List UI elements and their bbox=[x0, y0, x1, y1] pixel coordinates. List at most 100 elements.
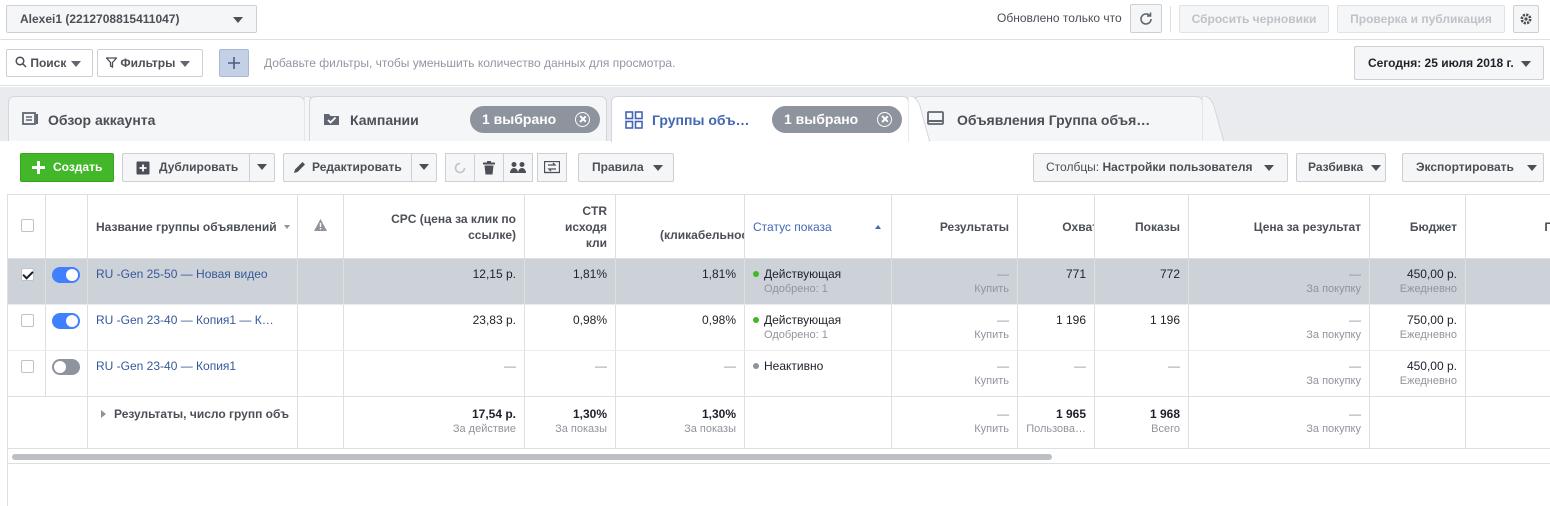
add-filter-button[interactable] bbox=[219, 49, 249, 77]
row-checkbox[interactable] bbox=[21, 314, 34, 327]
header-cpm[interactable]: ( (кликабельнос bbox=[616, 195, 745, 258]
header-ctr[interactable]: CTR исходя кли bbox=[525, 195, 616, 258]
results-total: — bbox=[997, 407, 1009, 421]
horizontal-scrollbar[interactable] bbox=[8, 450, 1550, 464]
preview-button[interactable] bbox=[537, 153, 567, 182]
delivery-toggle[interactable] bbox=[52, 359, 80, 375]
tab-ad-sets[interactable]: Группы объ… 1 выбрано bbox=[611, 96, 930, 142]
chevron-down-icon bbox=[653, 164, 664, 171]
cost-cell: — За покупку bbox=[1189, 259, 1370, 304]
tab-label: Объявления Группа объя… bbox=[957, 112, 1151, 128]
chevron-down-icon bbox=[257, 164, 267, 170]
tab-account-overview[interactable]: Обзор аккаунта bbox=[8, 96, 326, 142]
tab-edge bbox=[908, 96, 930, 142]
pencil-icon bbox=[294, 162, 305, 173]
tab-edge bbox=[1202, 96, 1224, 142]
duplicate-button[interactable]: Дублировать bbox=[122, 153, 275, 182]
ad-set-name-link[interactable]: RU -Gen 23-40 — Копия1 — К… bbox=[96, 313, 274, 327]
account-overview-icon bbox=[22, 112, 38, 125]
toggle-knob bbox=[66, 315, 78, 327]
columns-button[interactable]: Столбцы: Настройки пользователя bbox=[1033, 153, 1288, 182]
header-results-label: Результаты bbox=[939, 219, 1009, 234]
status-dot-icon bbox=[753, 317, 759, 323]
row-checkbox[interactable] bbox=[21, 360, 34, 373]
export-button[interactable]: Экспортировать bbox=[1402, 153, 1544, 182]
edit-dropdown[interactable] bbox=[411, 153, 436, 182]
settings-button[interactable] bbox=[1513, 5, 1539, 33]
totals-spacer bbox=[8, 397, 88, 448]
reach-value: — bbox=[1074, 359, 1086, 373]
date-range-picker[interactable]: Сегодня: 25 июля 2018 г. bbox=[1354, 46, 1544, 80]
delivery-toggle[interactable] bbox=[52, 267, 80, 283]
rules-button[interactable]: Правила bbox=[578, 153, 674, 182]
row-checkbox[interactable] bbox=[21, 268, 34, 281]
ab-test-button[interactable] bbox=[503, 153, 533, 182]
header-name[interactable]: Название группы объявлений bbox=[88, 195, 298, 258]
status-sub: Одобрено: 1 bbox=[764, 283, 828, 295]
header-results[interactable]: Результаты bbox=[892, 195, 1018, 258]
cpm-total-cell: 1,30% За показы bbox=[616, 397, 745, 448]
delivery-toggle[interactable] bbox=[52, 313, 80, 329]
ad-set-name-link[interactable]: RU -Gen 25-50 — Новая видео bbox=[96, 267, 268, 281]
undo-button[interactable] bbox=[445, 153, 475, 182]
status-text: Неактивно bbox=[764, 359, 824, 373]
search-label: Поиск bbox=[30, 56, 67, 70]
cpc-value: — bbox=[504, 359, 516, 373]
reach-cell: 771 bbox=[1018, 259, 1095, 304]
cost-sub: За покупку bbox=[1306, 329, 1361, 341]
warning-cell bbox=[298, 305, 344, 350]
search-button[interactable]: Поиск bbox=[6, 49, 93, 77]
refresh-button[interactable] bbox=[1130, 4, 1162, 33]
row-toggle-cell bbox=[46, 351, 88, 396]
expand-arrow-icon[interactable] bbox=[101, 410, 106, 418]
table-row[interactable]: RU -Gen 25-50 — Новая видео 12,15 р. 1,8… bbox=[8, 259, 1550, 305]
table-row[interactable]: RU -Gen 23-40 — Копия1 — К… 23,83 р. 0,9… bbox=[8, 305, 1550, 351]
ad-sets-selection-pill[interactable]: 1 выбрано bbox=[772, 106, 902, 133]
select-all-checkbox[interactable] bbox=[21, 219, 34, 232]
delete-button[interactable] bbox=[474, 153, 504, 182]
chevron-down-icon bbox=[1521, 61, 1531, 67]
edit-label: Редактировать bbox=[312, 160, 402, 174]
create-button[interactable]: Создать bbox=[20, 153, 114, 182]
totals-label-cell[interactable]: Результаты, число групп объ bbox=[88, 397, 298, 448]
tab-campaigns[interactable]: Кампании 1 выбрано bbox=[309, 96, 607, 141]
account-selector[interactable]: Alexei1 (2212708815411047) bbox=[6, 5, 257, 33]
breakdown-button[interactable]: Разбивка bbox=[1296, 153, 1386, 182]
row-select-cell bbox=[8, 305, 46, 350]
clear-selection-icon[interactable] bbox=[877, 112, 892, 127]
sort-down-icon bbox=[284, 225, 290, 229]
discard-drafts-button[interactable]: Сбросить черновики bbox=[1179, 5, 1329, 33]
search-icon bbox=[15, 56, 27, 68]
review-publish-button[interactable]: Проверка и публикация bbox=[1337, 5, 1505, 33]
scrollbar-thumb[interactable] bbox=[12, 454, 1052, 460]
header-reach[interactable]: Охват bbox=[1018, 195, 1095, 258]
ad-set-name-link[interactable]: RU -Gen 23-40 — Копия1 bbox=[96, 359, 236, 373]
status-total-cell bbox=[745, 397, 892, 448]
table-row[interactable]: RU -Gen 23-40 — Копия1 — — — Неактивно —… bbox=[8, 351, 1550, 397]
header-cost-per-result[interactable]: Цена за результат bbox=[1189, 195, 1370, 258]
filters-button[interactable]: Фильтры bbox=[97, 49, 203, 77]
plus-icon bbox=[228, 57, 240, 69]
header-status[interactable]: Статус показа bbox=[745, 195, 892, 258]
header-budget[interactable]: Бюджет bbox=[1370, 195, 1466, 258]
row-select-cell bbox=[8, 351, 46, 396]
edit-button[interactable]: Редактировать bbox=[283, 153, 437, 182]
next-cell bbox=[1466, 259, 1550, 304]
tab-ads[interactable]: Объявления Группа объя… bbox=[913, 96, 1224, 142]
header-name-label: Название группы объявлений bbox=[96, 220, 277, 234]
header-budget-label: Бюджет bbox=[1409, 219, 1457, 234]
duplicate-dropdown[interactable] bbox=[249, 153, 274, 182]
cpc-total-cell: 17,54 р. За действие bbox=[344, 397, 525, 448]
header-cpc[interactable]: CPC (цена за клик по ссылке) bbox=[344, 195, 525, 258]
ad-sets-table: Название группы объявлений CPC (цена за … bbox=[8, 194, 1550, 450]
status-text: Действующая bbox=[764, 267, 842, 281]
header-impressions[interactable]: Показы bbox=[1095, 195, 1189, 258]
toolbar-divider bbox=[1170, 6, 1171, 32]
header-status-label: Статус показа bbox=[753, 220, 832, 234]
header-next-col[interactable]: П bbox=[1466, 195, 1550, 258]
campaigns-selection-pill[interactable]: 1 выбрано bbox=[470, 106, 600, 133]
results-cell: — Купить bbox=[892, 259, 1018, 304]
cpc-value: 23,83 р. bbox=[472, 313, 516, 327]
status-cell: Действующая Одобрено: 1 bbox=[745, 259, 892, 304]
clear-selection-icon[interactable] bbox=[575, 112, 590, 127]
